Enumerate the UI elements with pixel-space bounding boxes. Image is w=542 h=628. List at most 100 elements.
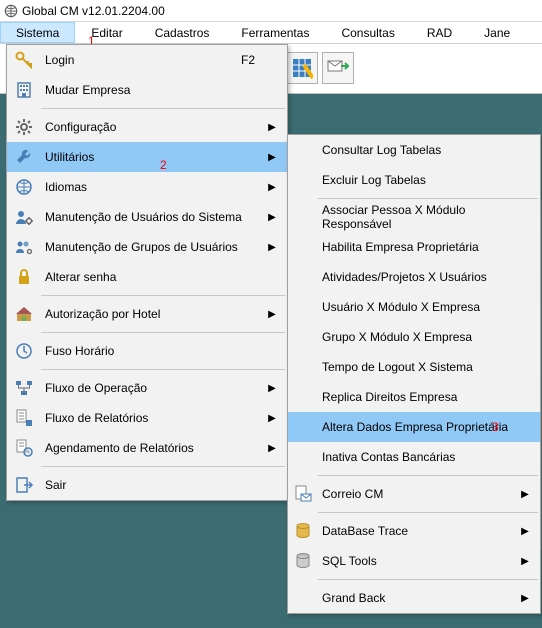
menu-item-label: Manutenção de Usuários do Sistema	[41, 210, 265, 224]
menu-item-label: Fluxo de Operação	[41, 381, 265, 395]
menu-item-label: Autorização por Hotel	[41, 307, 265, 321]
menu-item-utilit-rios[interactable]: Utilitários▶	[7, 142, 287, 172]
menu-item-atividades-projetos-x-usu-rios[interactable]: Atividades/Projetos X Usuários	[288, 262, 540, 292]
menu-item-label: Altera Dados Empresa Proprietária	[318, 420, 518, 434]
menubar-cadastros[interactable]: Cadastros	[139, 22, 226, 43]
menu-item-label: Configuração	[41, 120, 265, 134]
sql-icon	[288, 551, 318, 571]
menu-item-label: Utilitários	[41, 150, 265, 164]
key-icon	[7, 50, 41, 70]
menu-item-label: Fluxo de Relatórios	[41, 411, 265, 425]
flow-icon	[7, 378, 41, 398]
clock-globe-icon	[7, 341, 41, 361]
menu-item-label: Correio CM	[318, 487, 518, 501]
menu-item-inativa-contas-banc-rias[interactable]: Inativa Contas Bancárias	[288, 442, 540, 472]
menu-item-label: Replica Direitos Empresa	[318, 390, 518, 404]
menu-item-sql-tools[interactable]: SQL Tools▶	[288, 546, 540, 576]
menubar-jane[interactable]: Jane	[468, 22, 514, 43]
submenu-arrow-icon: ▶	[518, 489, 532, 500]
app-globe-icon	[4, 4, 18, 18]
menu-item-label: Tempo de Logout X Sistema	[318, 360, 518, 374]
submenu-arrow-icon: ▶	[265, 309, 279, 320]
menu-item-label: Excluir Log Tabelas	[318, 173, 518, 187]
menu-item-label: Sair	[41, 478, 265, 492]
menu-item-habilita-empresa-propriet-ria[interactable]: Habilita Empresa Proprietária	[288, 232, 540, 262]
group-gear-icon	[7, 237, 41, 257]
menu-item-altera-dados-empresa-propriet-ria[interactable]: Altera Dados Empresa Proprietária	[288, 412, 540, 442]
menu-item-usu-rio-x-m-dulo-x-empresa[interactable]: Usuário X Módulo X Empresa	[288, 292, 540, 322]
menu-item-label: Grupo X Módulo X Empresa	[318, 330, 518, 344]
submenu-arrow-icon: ▶	[265, 383, 279, 394]
menubar-ferramentas[interactable]: Ferramentas	[225, 22, 325, 43]
menu-separator	[41, 466, 285, 467]
menu-item-login[interactable]: LoginF2	[7, 45, 287, 75]
menu-item-consultar-log-tabelas[interactable]: Consultar Log Tabelas	[288, 135, 540, 165]
menu-item-shortcut: F2	[241, 53, 265, 67]
submenu-arrow-icon: ▶	[265, 182, 279, 193]
menubar-item-label: Consultas	[341, 26, 394, 40]
menu-item-configura-o[interactable]: Configuração▶	[7, 112, 287, 142]
menu-item-manuten-o-de-grupos-de-usu-rios[interactable]: Manutenção de Grupos de Usuários▶	[7, 232, 287, 262]
building-icon	[7, 80, 41, 100]
menu-item-fluxo-de-opera-o[interactable]: Fluxo de Operação▶	[7, 373, 287, 403]
menu-item-label: Inativa Contas Bancárias	[318, 450, 518, 464]
menu-item-correio-cm[interactable]: Correio CM▶	[288, 479, 540, 509]
menubar-consultas[interactable]: Consultas	[325, 22, 410, 43]
menubar-editar[interactable]: Editar	[75, 22, 138, 43]
toolbar-grid-button[interactable]	[286, 52, 318, 84]
users-gear-icon	[7, 207, 41, 227]
menu-item-grupo-x-m-dulo-x-empresa[interactable]: Grupo X Módulo X Empresa	[288, 322, 540, 352]
menu-item-manuten-o-de-usu-rios-do-sistema[interactable]: Manutenção de Usuários do Sistema▶	[7, 202, 287, 232]
menu-item-fuso-hor-rio[interactable]: Fuso Horário	[7, 336, 287, 366]
menu-item-fluxo-de-relat-rios[interactable]: Fluxo de Relatórios▶	[7, 403, 287, 433]
menubar-item-label: Ferramentas	[241, 26, 309, 40]
menu-item-label: Habilita Empresa Proprietária	[318, 240, 518, 254]
submenu-arrow-icon: ▶	[265, 212, 279, 223]
menu-item-alterar-senha[interactable]: Alterar senha	[7, 262, 287, 292]
menu-item-label: Login	[41, 53, 241, 67]
annotation-3: 3	[492, 420, 499, 434]
menu-item-mudar-empresa[interactable]: Mudar Empresa	[7, 75, 287, 105]
menu-item-agendamento-de-relat-rios[interactable]: Agendamento de Relatórios▶	[7, 433, 287, 463]
menu-separator	[41, 295, 285, 296]
submenu-arrow-icon: ▶	[265, 242, 279, 253]
menubar-item-label: Editar	[91, 26, 122, 40]
menu-item-tempo-de-logout-x-sistema[interactable]: Tempo de Logout X Sistema	[288, 352, 540, 382]
menu-item-grand-back[interactable]: Grand Back▶	[288, 583, 540, 613]
menu-item-associar-pessoa-x-m-dulo-respons-vel[interactable]: Associar Pessoa X Módulo Responsável	[288, 202, 540, 232]
menubar-sistema[interactable]: Sistema	[0, 22, 75, 43]
globe-icon	[7, 177, 41, 197]
submenu-arrow-icon: ▶	[518, 593, 532, 604]
menu-item-label: Manutenção de Grupos de Usuários	[41, 240, 265, 254]
menu-item-idiomas[interactable]: Idiomas▶	[7, 172, 287, 202]
menu-separator	[41, 369, 285, 370]
menu-item-label: Idiomas	[41, 180, 265, 194]
annotation-2: 2	[160, 158, 167, 172]
menu-item-sair[interactable]: Sair	[7, 470, 287, 500]
menu-item-excluir-log-tabelas[interactable]: Excluir Log Tabelas	[288, 165, 540, 195]
menubar-rad[interactable]: RAD	[411, 22, 468, 43]
menu-item-label: Usuário X Módulo X Empresa	[318, 300, 518, 314]
menu-item-label: Atividades/Projetos X Usuários	[318, 270, 518, 284]
submenu-arrow-icon: ▶	[265, 443, 279, 454]
menu-item-label: Mudar Empresa	[41, 83, 265, 97]
menu-item-replica-direitos-empresa[interactable]: Replica Direitos Empresa	[288, 382, 540, 412]
menubar-item-label: Cadastros	[155, 26, 210, 40]
menu-separator	[318, 579, 538, 580]
toolbar-mail-button[interactable]	[322, 52, 354, 84]
title-bar: Global CM v12.01.2204.00	[0, 0, 542, 22]
menu-separator	[41, 108, 285, 109]
report-flow-icon	[7, 408, 41, 428]
utilitarios-submenu: Consultar Log Tabelas Excluir Log Tabelas…	[287, 134, 541, 614]
mail-doc-icon	[288, 484, 318, 504]
menu-bar[interactable]: Sistema Editar Cadastros Ferramentas Con…	[0, 22, 542, 44]
submenu-arrow-icon: ▶	[265, 413, 279, 424]
menu-item-label: SQL Tools	[318, 554, 518, 568]
menu-item-database-trace[interactable]: DataBase Trace▶	[288, 516, 540, 546]
submenu-arrow-icon: ▶	[265, 122, 279, 133]
sistema-menu: LoginF2Mudar EmpresaConfiguração▶Utilitá…	[6, 44, 288, 501]
submenu-arrow-icon: ▶	[265, 152, 279, 163]
menu-item-autoriza-o-por-hotel[interactable]: Autorização por Hotel▶	[7, 299, 287, 329]
menu-item-label: Agendamento de Relatórios	[41, 441, 265, 455]
exit-icon	[7, 475, 41, 495]
